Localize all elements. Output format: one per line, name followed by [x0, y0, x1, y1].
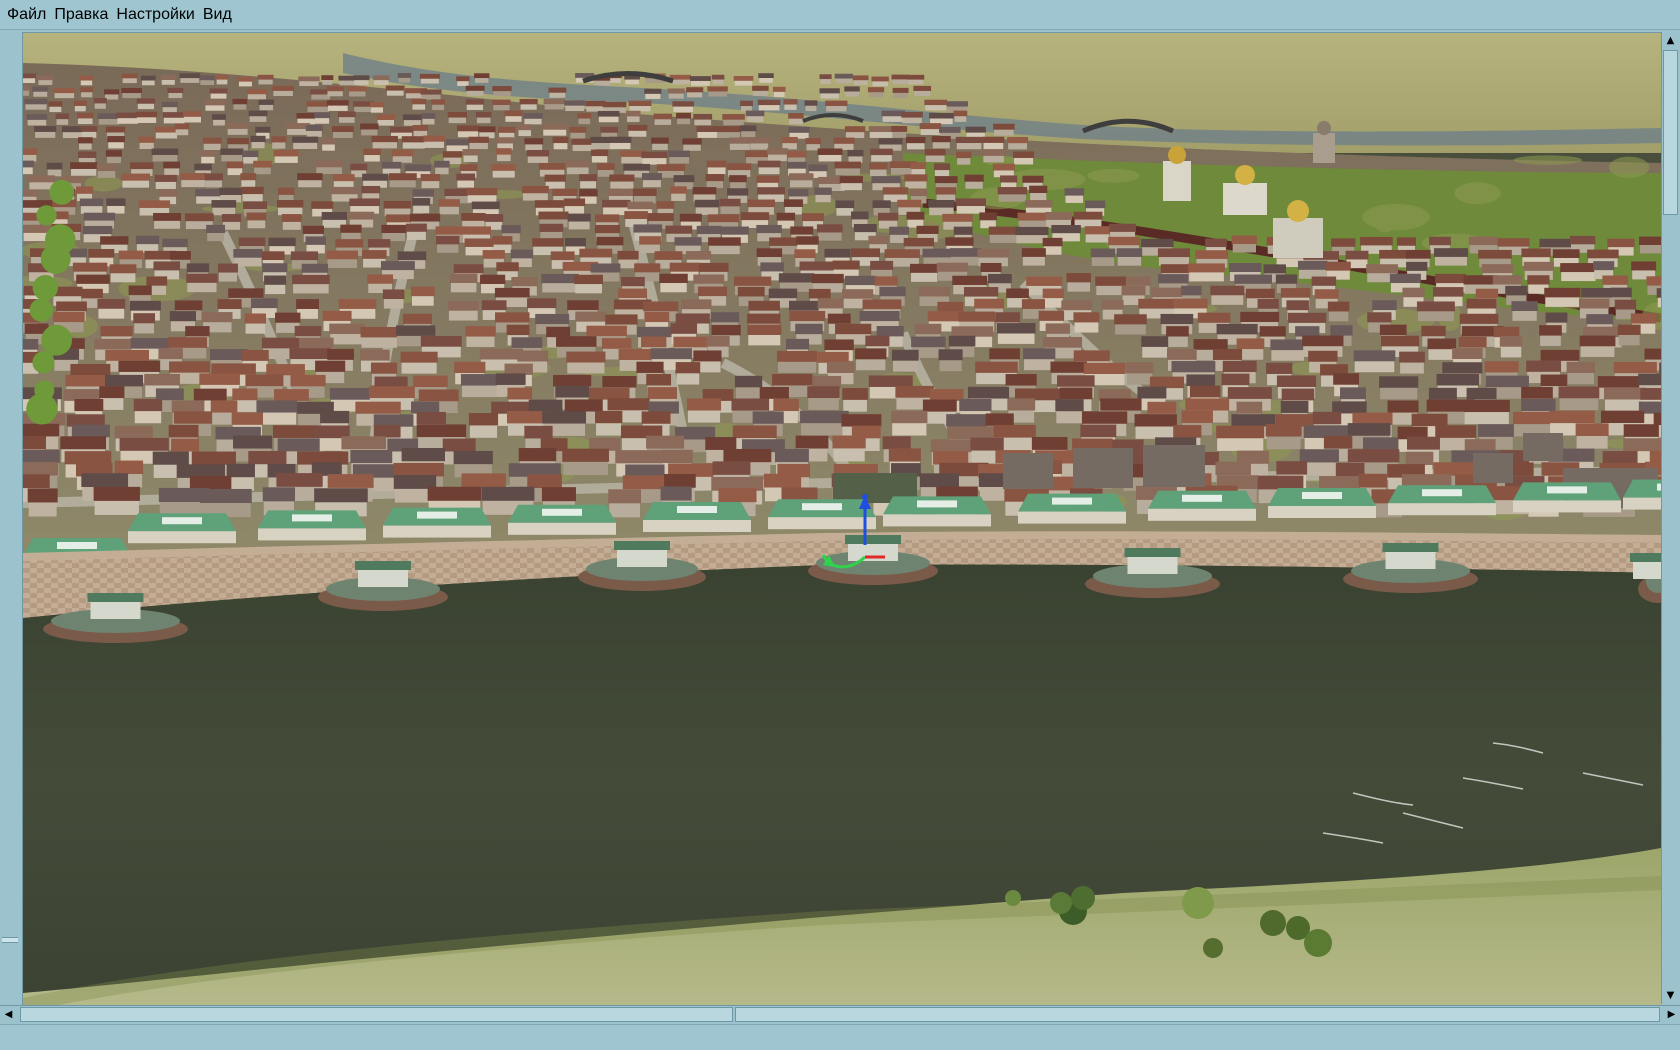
- menu-view[interactable]: Вид: [200, 1, 235, 29]
- arrow-down-icon[interactable]: ▼: [1662, 987, 1679, 1004]
- horizontal-scrollbar[interactable]: ◀ ▶: [0, 1005, 1680, 1024]
- menu-bar: Файл Правка Настройки Вид: [0, 0, 1680, 30]
- city-river-scene: [23, 33, 1661, 1005]
- vertical-scroll-thumb[interactable]: [1663, 50, 1678, 215]
- left-splitter[interactable]: [0, 31, 22, 1007]
- menu-file[interactable]: Файл: [4, 1, 49, 29]
- horizontal-scroll-thumb[interactable]: [20, 1007, 733, 1022]
- editor-window: Файл Правка Настройки Вид ▲ ▼ ◀ ▶: [0, 0, 1680, 1050]
- arrow-up-icon[interactable]: ▲: [1662, 32, 1679, 49]
- 3d-viewport[interactable]: [22, 32, 1661, 1005]
- menu-edit[interactable]: Правка: [51, 1, 111, 29]
- splitter-handle[interactable]: [2, 937, 18, 943]
- arrow-left-icon[interactable]: ◀: [0, 1006, 17, 1023]
- menu-settings[interactable]: Настройки: [113, 1, 197, 29]
- vertical-scrollbar[interactable]: ▲ ▼: [1661, 32, 1680, 1004]
- arrow-right-icon[interactable]: ▶: [1663, 1006, 1680, 1023]
- status-bar: [0, 1024, 1680, 1050]
- horizontal-scroll-track[interactable]: [735, 1007, 1660, 1022]
